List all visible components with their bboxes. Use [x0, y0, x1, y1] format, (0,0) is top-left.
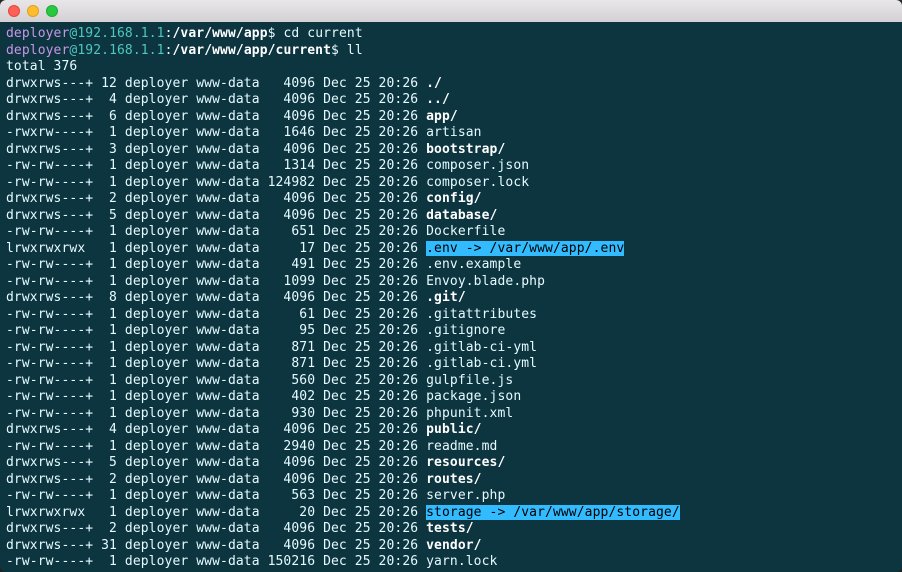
file-name-dir: app/: [426, 109, 458, 124]
file-name: readme.md: [426, 439, 497, 454]
ls-row: -rw-rw----+ 1 deployer www-data 124982 D…: [6, 175, 896, 192]
file-name-symlink: .env -> /var/www/app/.env: [426, 241, 624, 256]
ls-row: -rw-rw----+ 1 deployer www-data 871 Dec …: [6, 340, 896, 357]
file-name: phpunit.xml: [426, 406, 513, 421]
ls-row: -rw-rw----+ 1 deployer www-data 563 Dec …: [6, 488, 896, 505]
file-name: .gitlab-ci-yml: [426, 340, 537, 355]
file-name: package.json: [426, 389, 521, 404]
ls-row: -rw-rw----+ 1 deployer www-data 651 Dec …: [6, 224, 896, 241]
ls-row: drwxrws---+ 2 deployer www-data 4096 Dec…: [6, 191, 896, 208]
prompt-sep: :: [165, 26, 173, 41]
ls-row: -rw-rw----+ 1 deployer www-data 150216 D…: [6, 554, 896, 571]
window-titlebar: [0, 0, 902, 22]
file-name: .env.example: [426, 257, 521, 272]
ls-row: -rw-rw----+ 1 deployer www-data 61 Dec 2…: [6, 307, 896, 324]
file-name: .gitattributes: [426, 307, 537, 322]
file-name-dir: routes/: [426, 472, 482, 487]
close-icon[interactable]: [8, 5, 20, 17]
ls-row: -rw-rw----+ 1 deployer www-data 1314 Dec…: [6, 158, 896, 175]
ls-row: drwxrws---+ 6 deployer www-data 4096 Dec…: [6, 109, 896, 126]
file-name-dir: database/: [426, 208, 497, 223]
prompt-user: deployer: [6, 43, 69, 58]
ls-row: drwxrws---+ 2 deployer www-data 4096 Dec…: [6, 472, 896, 489]
prompt-user: deployer: [6, 26, 69, 41]
file-name: composer.lock: [426, 175, 529, 190]
ls-row: lrwxrwxrwx 1 deployer www-data 20 Dec 25…: [6, 505, 896, 522]
file-name: server.php: [426, 488, 505, 503]
minimize-icon[interactable]: [27, 5, 39, 17]
file-name-dir: resources/: [426, 455, 505, 470]
ls-row: drwxrws---+ 5 deployer www-data 4096 Dec…: [6, 455, 896, 472]
terminal-body[interactable]: deployer@192.168.1.1:/var/www/app$ cd cu…: [0, 22, 902, 572]
file-name-dir: public/: [426, 422, 482, 437]
ls-row: -rw-rw----+ 1 deployer www-data 560 Dec …: [6, 373, 896, 390]
file-name: .gitlab-ci.yml: [426, 356, 537, 371]
file-name-dir: tests/: [426, 521, 474, 536]
file-name: Dockerfile: [426, 224, 505, 239]
prompt-dollar: $: [331, 43, 339, 58]
ls-row: drwxrws---+ 12 deployer www-data 4096 De…: [6, 76, 896, 93]
ls-row: drwxrws---+ 4 deployer www-data 4096 Dec…: [6, 422, 896, 439]
file-name-dir: vendor/: [426, 538, 482, 553]
ls-row: drwxrws---+ 4 deployer www-data 4096 Dec…: [6, 92, 896, 109]
prompt-host: 192.168.1.1: [77, 43, 164, 58]
file-name-dir: bootstrap/: [426, 142, 505, 157]
ls-row: -rw-rw----+ 1 deployer www-data 1099 Dec…: [6, 274, 896, 291]
ls-row: -rw-rw----+ 1 deployer www-data 491 Dec …: [6, 257, 896, 274]
ls-row: lrwxrwxrwx 1 deployer www-data 17 Dec 25…: [6, 241, 896, 258]
prompt-path: /var/www/app: [173, 26, 268, 41]
ls-row: -rw-rw----+ 1 deployer www-data 402 Dec …: [6, 389, 896, 406]
command-text: cd current: [276, 26, 363, 41]
command-text: ll: [339, 43, 363, 58]
file-name-dir: ./: [426, 76, 442, 91]
ls-row: -rw-rw----+ 1 deployer www-data 930 Dec …: [6, 406, 896, 423]
ls-row: -rwxrw----+ 1 deployer www-data 1646 Dec…: [6, 125, 896, 142]
ls-row: drwxrws---+ 8 deployer www-data 4096 Dec…: [6, 290, 896, 307]
ls-row: -rw-rw----+ 1 deployer www-data 95 Dec 2…: [6, 323, 896, 340]
ls-row: -rw-rw----+ 1 deployer www-data 2940 Dec…: [6, 439, 896, 456]
prompt-path: /var/www/app/current: [173, 43, 332, 58]
ls-row: drwxrws---+ 3 deployer www-data 4096 Dec…: [6, 142, 896, 159]
file-name: Envoy.blade.php: [426, 274, 545, 289]
zoom-icon[interactable]: [46, 5, 58, 17]
file-name-dir: ../: [426, 92, 450, 107]
total-line: total 376: [6, 59, 896, 76]
file-name-dir: config/: [426, 191, 482, 206]
file-name-symlink: storage -> /var/www/app/storage/: [426, 505, 680, 520]
file-name: yarn.lock: [426, 554, 497, 569]
file-name-dir: .git/: [426, 290, 466, 305]
file-name: artisan: [426, 125, 482, 140]
ls-row: -rw-rw----+ 1 deployer www-data 871 Dec …: [6, 356, 896, 373]
file-name: gulpfile.js: [426, 373, 513, 388]
ls-row: drwxrws---+ 5 deployer www-data 4096 Dec…: [6, 208, 896, 225]
terminal-window: deployer@192.168.1.1:/var/www/app$ cd cu…: [0, 0, 902, 572]
prompt-host: 192.168.1.1: [77, 26, 164, 41]
file-name: composer.json: [426, 158, 529, 173]
ls-row: drwxrws---+ 31 deployer www-data 4096 De…: [6, 538, 896, 555]
prompt-sep: :: [165, 43, 173, 58]
prompt-dollar: $: [268, 26, 276, 41]
file-name: .gitignore: [426, 323, 505, 338]
ls-row: drwxrws---+ 2 deployer www-data 4096 Dec…: [6, 521, 896, 538]
